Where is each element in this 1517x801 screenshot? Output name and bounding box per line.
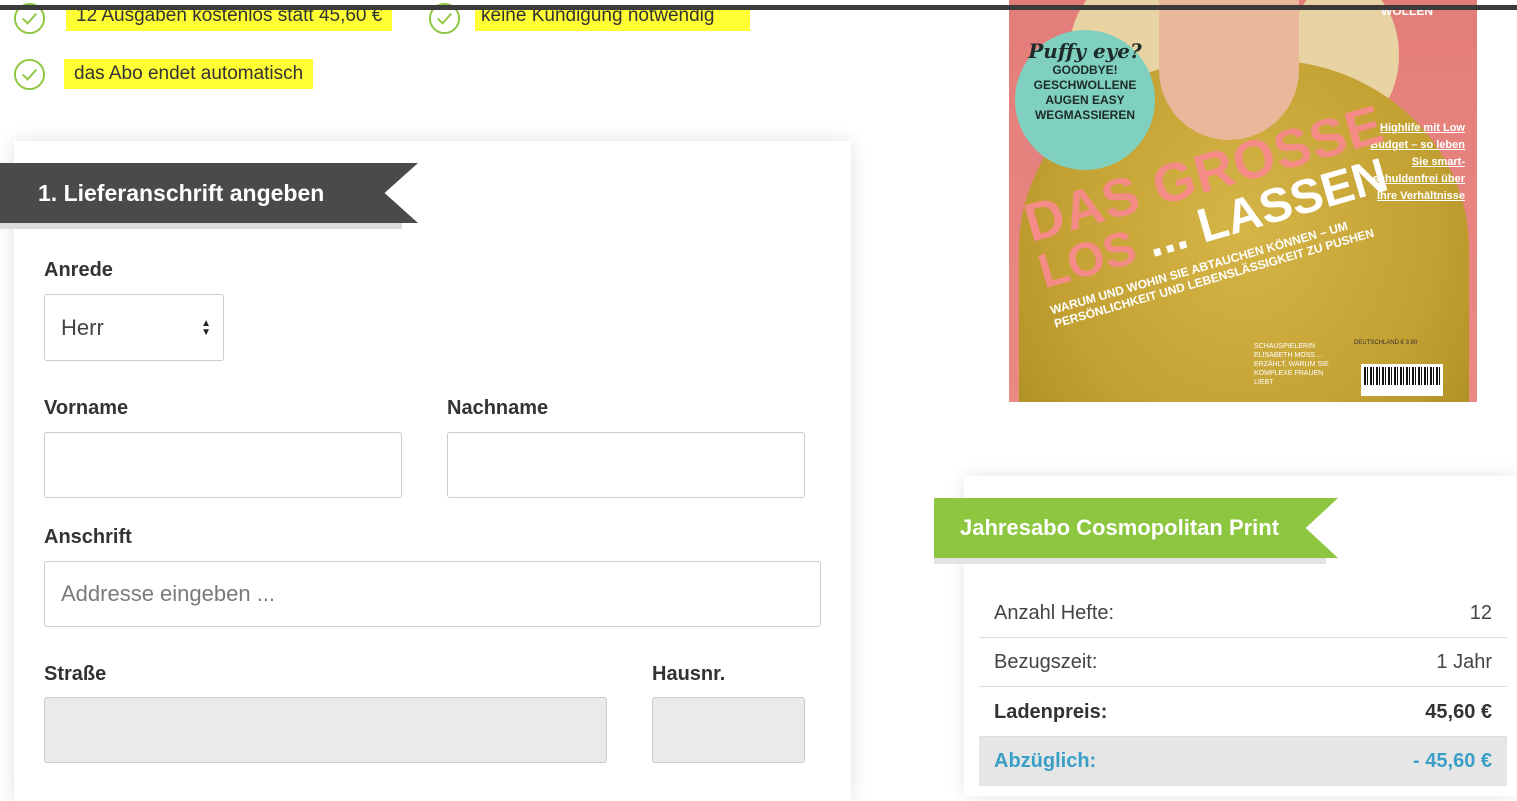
check-circle-icon	[13, 58, 46, 90]
first-name-label: Vorname	[44, 397, 129, 419]
subscription-summary: Jahresabo Cosmopolitan Print Anzahl Heft…	[934, 476, 1517, 796]
house-number-label: Hausnr.	[652, 663, 726, 685]
last-name-label: Nachname	[447, 397, 549, 419]
ribbon-shadow	[0, 223, 402, 229]
magazine-cover-image: WOLLEN Puffy eye? GOODBYE! GESCHWOLLENE …	[1009, 0, 1477, 402]
cover-badge-script: Puffy eye?	[1028, 39, 1142, 63]
street-input[interactable]	[44, 697, 607, 763]
salutation-value: Herr	[61, 314, 104, 340]
cover-bottom-text: SCHAUSPIELERIN ELISABETH MOSS ... ERZÄHL…	[1254, 343, 1329, 386]
top-border	[0, 5, 1517, 10]
last-name-input[interactable]	[447, 432, 805, 498]
street-label: Straße	[44, 663, 107, 685]
benefit-text: das Abo endet automatisch	[64, 59, 314, 89]
summary-title: Jahresabo Cosmopolitan Print	[960, 515, 1280, 540]
cover-price: DEUTSCHLAND € 3,80	[1354, 340, 1418, 346]
address-label: Anschrift	[44, 526, 132, 548]
barcode-icon	[1361, 364, 1443, 396]
summary-row-retail-price: Ladenpreis: 45,60 €	[979, 688, 1507, 737]
first-name-input[interactable]	[44, 432, 402, 498]
select-arrows-icon: ▲ ▼	[201, 318, 211, 338]
benefit-auto-end: das Abo endet automatisch	[13, 56, 314, 92]
ribbon-shadow	[934, 558, 1326, 564]
address-placeholder: Addresse eingeben ...	[61, 581, 276, 606]
delivery-address-card: 1. Lieferanschrift angeben Anrede Herr ▲…	[0, 141, 851, 801]
address-input[interactable]: Addresse eingeben ...	[44, 561, 821, 627]
section-title-ribbon: 1. Lieferanschrift angeben	[0, 163, 418, 223]
cover-badge-text: GOODBYE! GESCHWOLLENE AUGEN EASY WEGMASS…	[1033, 63, 1137, 122]
house-number-input[interactable]	[652, 697, 805, 763]
salutation-label: Anrede	[44, 259, 113, 281]
cover-neck	[1159, 0, 1299, 140]
section-title: 1. Lieferanschrift angeben	[38, 179, 325, 206]
summary-row-period: Bezugszeit: 1 Jahr	[979, 638, 1507, 687]
summary-row-issues: Anzahl Hefte: 12	[979, 589, 1507, 638]
summary-title-ribbon: Jahresabo Cosmopolitan Print	[934, 498, 1338, 558]
cover-badge: Puffy eye? GOODBYE! GESCHWOLLENE AUGEN E…	[1015, 30, 1155, 170]
salutation-select[interactable]: Herr ▲ ▼	[44, 294, 224, 361]
